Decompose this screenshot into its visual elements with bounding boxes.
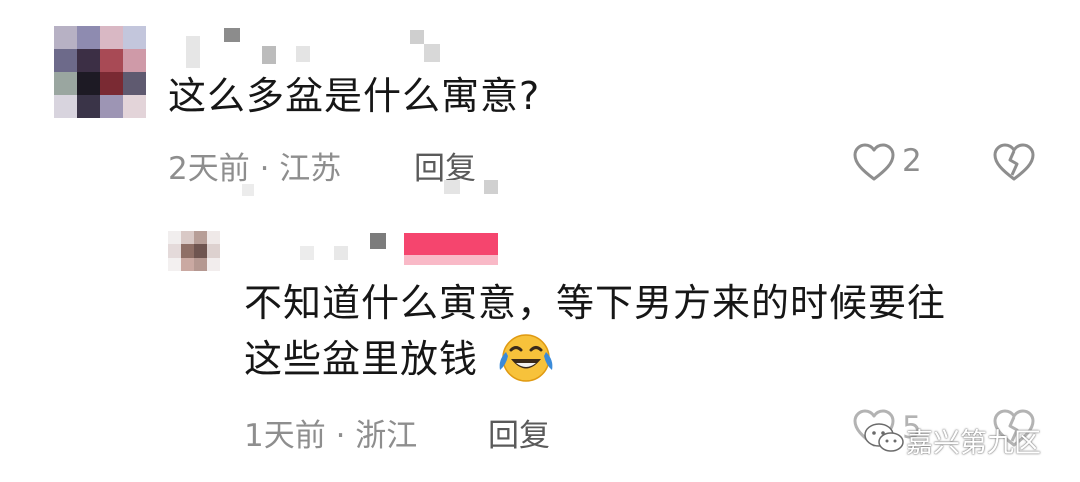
heart-icon <box>853 143 895 181</box>
watermark-text: 嘉兴第九区 <box>906 428 1041 459</box>
reply-time-location: 1天前 · 浙江 <box>244 418 418 454</box>
comment-text: 这么多盆是什么寓意? <box>168 74 541 118</box>
broken-heart-icon <box>993 143 1035 181</box>
laughing-crying-emoji <box>496 332 554 388</box>
comment-time-location: 2天前 · 江苏 <box>168 151 342 187</box>
avatar[interactable] <box>168 231 220 271</box>
avatar[interactable] <box>54 26 146 118</box>
wechat-icon <box>862 421 906 459</box>
like-button[interactable] <box>852 142 896 182</box>
reply-text-line2: 这些盆里放钱 <box>244 337 479 381</box>
like-count: 2 <box>902 143 922 179</box>
reply-button[interactable]: 回复 <box>488 410 550 455</box>
dislike-button[interactable] <box>992 142 1036 182</box>
blur-artifact <box>484 180 498 194</box>
blur-artifact <box>242 184 254 196</box>
reply-text-line1: 不知道什么寅意，等下男方来的时候要往 <box>244 281 947 325</box>
blur-artifact <box>444 180 460 194</box>
